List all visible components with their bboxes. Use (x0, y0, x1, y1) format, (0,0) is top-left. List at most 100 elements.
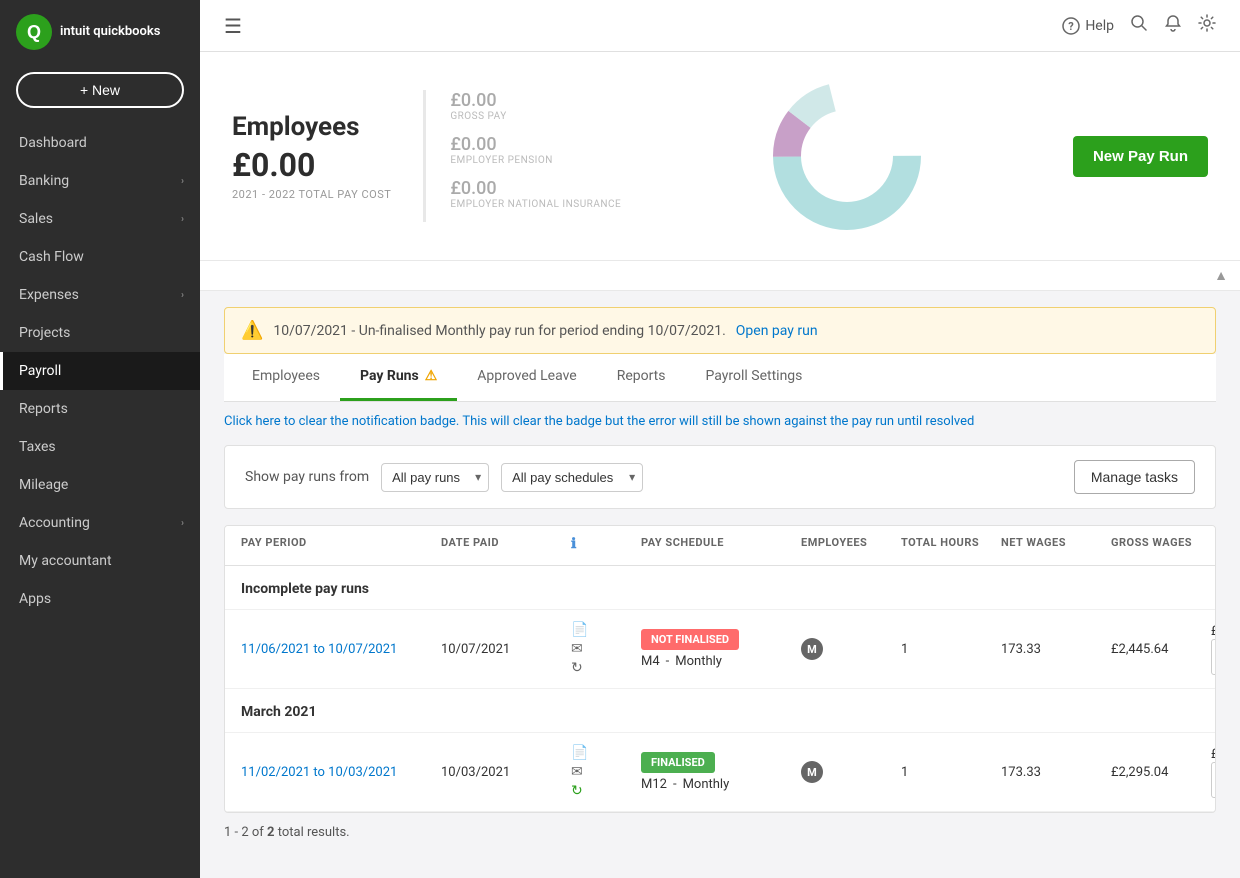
notification-bell-icon[interactable] (1164, 14, 1182, 37)
page-title: Employees (232, 112, 391, 142)
hamburger-menu-icon[interactable]: ☰ (224, 14, 242, 38)
chevron-right-icon: › (181, 290, 184, 301)
sidebar-item-banking[interactable]: Banking › (0, 162, 200, 200)
cell-icons: 📄 ✉ ↻ (571, 622, 641, 676)
tab-approved-leave[interactable]: Approved Leave (457, 354, 596, 401)
sidebar-item-label: Cash Flow (19, 249, 84, 265)
sidebar-item-cashflow[interactable]: Cash Flow (0, 238, 200, 276)
cell-gross-wages: £2,650.00 PAY SLIPS (1211, 624, 1216, 675)
employer-ni-label: EMPLOYER NATIONAL INSURANCE (450, 199, 621, 210)
section-incomplete: Incomplete pay runs (225, 566, 1215, 610)
refresh-highlight-icon[interactable]: ↻ (571, 783, 641, 799)
sidebar-item-label: Payroll (19, 363, 61, 379)
logo-text: intuit quickbooks (60, 24, 160, 40)
cell-net-wages: £2,445.64 (1111, 642, 1211, 657)
pay-period-link[interactable]: 11/02/2021 to 10/03/2021 (241, 765, 397, 780)
help-button[interactable]: ? Help (1062, 17, 1114, 35)
envelope-icon[interactable]: ✉ (571, 764, 641, 780)
sidebar-item-taxes[interactable]: Taxes (0, 428, 200, 466)
alert-text: 10/07/2021 - Un-finalised Monthly pay ru… (273, 323, 725, 339)
sidebar-item-accounting[interactable]: Accounting › (0, 504, 200, 542)
topbar: ☰ ? Help (200, 0, 1240, 52)
cell-gross-wages: £2,500.00 PAY SLIPS (1211, 747, 1216, 798)
document-icon[interactable]: 📄 (571, 622, 641, 638)
tab-employees[interactable]: Employees (232, 354, 340, 401)
th-total-hours: TOTAL HOURS (901, 536, 1001, 555)
employer-ni-amount: £0.00 (450, 178, 621, 199)
cell-employees: 1 (901, 642, 1001, 657)
cell-total-hours: 173.33 (1001, 765, 1111, 780)
open-pay-run-link[interactable]: Open pay run (736, 323, 818, 339)
sidebar-item-reports[interactable]: Reports (0, 390, 200, 428)
section-march-2021: March 2021 (225, 689, 1215, 733)
pay-period-link[interactable]: 11/06/2021 to 10/07/2021 (241, 642, 397, 657)
sidebar: Q intuit quickbooks + New Dashboard Bank… (0, 0, 200, 878)
table-row: 11/02/2021 to 10/03/2021 10/03/2021 📄 ✉ … (225, 733, 1215, 812)
header-card: Employees £0.00 2021 - 2022 TOTAL PAY CO… (200, 52, 1240, 261)
section-title: Incomplete pay runs (241, 581, 369, 597)
search-icon[interactable] (1130, 14, 1148, 37)
sidebar-item-label: Expenses (19, 287, 79, 303)
manage-tasks-button[interactable]: Manage tasks (1074, 460, 1195, 494)
gross-pay-stat: £0.00 GROSS PAY (450, 90, 621, 122)
schedule-code: M4 (641, 654, 660, 669)
info-icon[interactable]: ℹ (571, 536, 577, 552)
th-net-wages: NET WAGES (1001, 536, 1111, 555)
sidebar-item-apps[interactable]: Apps (0, 580, 200, 618)
th-settings: ⚙ (1211, 536, 1216, 555)
pay-schedules-filter[interactable]: All pay schedules (501, 463, 643, 492)
pay-slips-button[interactable]: PAY SLIPS (1211, 762, 1216, 798)
warning-icon: ⚠️ (241, 320, 263, 341)
sidebar-item-sales[interactable]: Sales › (0, 200, 200, 238)
employer-pension-stat: £0.00 EMPLOYER PENSION (450, 134, 621, 166)
chevron-right-icon: › (181, 214, 184, 225)
sidebar-item-label: Accounting (19, 515, 90, 531)
quickbooks-logo: Q (16, 14, 52, 50)
row-icon-group: 📄 ✉ ↻ (571, 622, 641, 676)
sidebar-item-projects[interactable]: Projects (0, 314, 200, 352)
sidebar-item-label: Sales (19, 211, 53, 227)
cell-employees: 1 (901, 765, 1001, 780)
refresh-icon[interactable]: ↻ (571, 660, 641, 676)
main-content: ☰ ? Help Employees £0.00 2021 - 2022 TOT… (200, 0, 1240, 878)
cell-date-paid: 10/07/2021 (441, 642, 571, 657)
sidebar-item-mileage[interactable]: Mileage (0, 466, 200, 504)
filters-bar: Show pay runs from All pay runs All pay … (224, 445, 1216, 509)
tab-pay-runs[interactable]: Pay Runs ⚠ (340, 354, 457, 401)
employer-pension-label: EMPLOYER PENSION (450, 155, 621, 166)
employer-ni-stat: £0.00 EMPLOYER NATIONAL INSURANCE (450, 178, 621, 210)
pay-slips-button[interactable]: PAY SLIPS (1211, 639, 1216, 675)
envelope-icon[interactable]: ✉ (571, 641, 641, 657)
clear-notification-link[interactable]: Click here to clear the notification bad… (224, 414, 1216, 429)
tab-reports[interactable]: Reports (597, 354, 686, 401)
sidebar-item-my-accountant[interactable]: My accountant (0, 542, 200, 580)
sidebar-item-dashboard[interactable]: Dashboard (0, 124, 200, 162)
schedule-letter-badge: M (801, 638, 823, 660)
collapse-icon[interactable]: ▲ (1214, 267, 1228, 284)
filters-label: Show pay runs from (245, 469, 369, 485)
collapse-bar: ▲ (200, 261, 1240, 291)
sidebar-item-expenses[interactable]: Expenses › (0, 276, 200, 314)
status-badge: FINALISED (641, 752, 715, 773)
settings-gear-icon[interactable] (1198, 14, 1216, 37)
help-label: Help (1085, 18, 1114, 34)
status-badge: NOT FINALISED (641, 629, 739, 650)
th-gross-wages: GROSS WAGES (1111, 536, 1211, 555)
tab-payroll-settings[interactable]: Payroll Settings (686, 354, 823, 401)
schedule-sep: - (666, 654, 670, 669)
sidebar-item-label: Reports (19, 401, 68, 417)
schedule-code: M12 (641, 777, 667, 792)
document-icon[interactable]: 📄 (571, 745, 641, 761)
th-date-paid: DATE PAID (441, 536, 571, 555)
new-pay-run-button[interactable]: New Pay Run (1073, 136, 1208, 177)
gross-pay-amount: £0.00 (450, 90, 621, 111)
cell-date-paid: 10/03/2021 (441, 765, 571, 780)
pagination-text: 1 - 2 of 2 total results. (224, 825, 1216, 840)
sidebar-item-label: My accountant (19, 553, 112, 569)
pay-runs-filter[interactable]: All pay runs (381, 463, 489, 492)
th-pay-period: PAY PERIOD (241, 536, 441, 555)
sidebar-item-payroll[interactable]: Payroll (0, 352, 200, 390)
cell-net-wages: £2,295.04 (1111, 765, 1211, 780)
pay-schedules-filter-wrapper: All pay schedules (501, 463, 643, 492)
new-button[interactable]: + New (16, 72, 184, 108)
